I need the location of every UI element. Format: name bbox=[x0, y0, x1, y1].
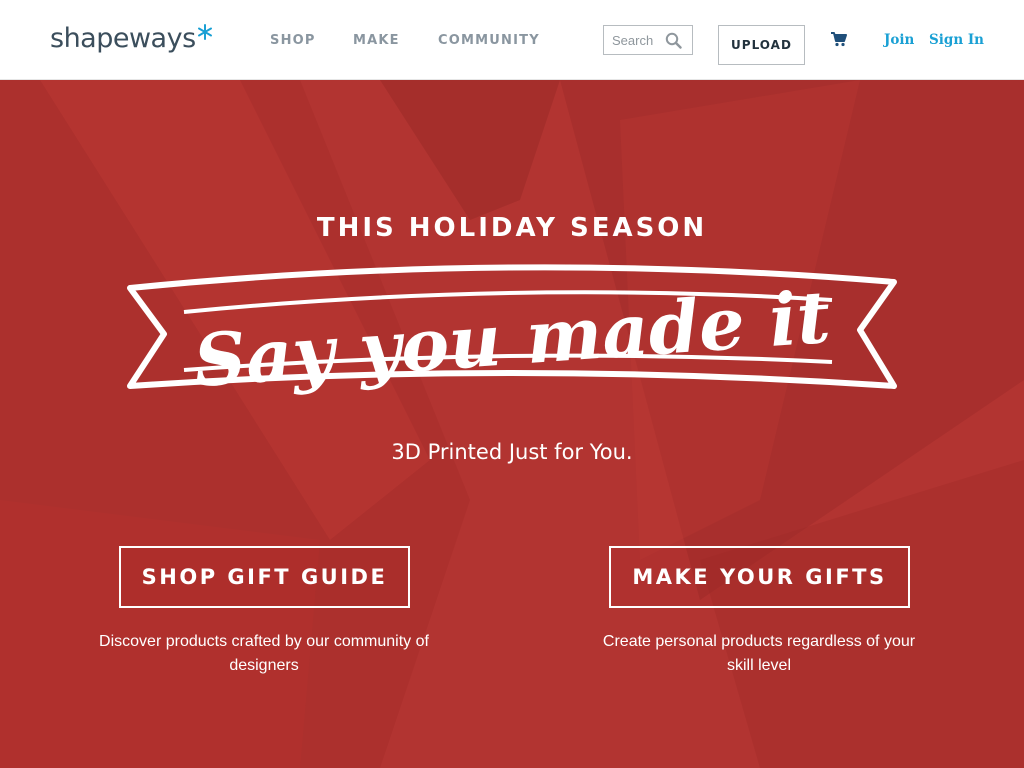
hero-eyebrow: THIS HOLIDAY SEASON bbox=[316, 213, 708, 243]
logo-text: shapeways bbox=[50, 23, 196, 54]
search-box bbox=[603, 25, 693, 55]
make-your-gifts-button[interactable]: MAKE YOUR GIFTS bbox=[609, 546, 910, 608]
sign-in-link[interactable]: Sign In bbox=[929, 32, 984, 48]
banner-ribbon: Say you made it bbox=[127, 264, 897, 403]
hero-tagline: 3D Printed Just for You. bbox=[391, 440, 633, 464]
join-link[interactable]: Join bbox=[884, 32, 914, 48]
hero-banner: THIS HOLIDAY SEASON Say you made it 3D P… bbox=[0, 80, 1024, 768]
shop-gift-guide-button[interactable]: SHOP GIFT GUIDE bbox=[119, 546, 410, 608]
cart-icon[interactable] bbox=[830, 31, 848, 47]
shop-gift-guide-description: Discover products crafted by our communi… bbox=[99, 633, 429, 674]
search-icon[interactable] bbox=[665, 32, 682, 49]
nav-community[interactable]: COMMUNITY bbox=[438, 33, 540, 48]
site-header: shapeways SHOP MAKE COMMUNITY UPLOAD Joi… bbox=[0, 0, 1024, 80]
upload-button[interactable]: UPLOAD bbox=[718, 25, 805, 65]
nav-shop[interactable]: SHOP bbox=[270, 33, 316, 48]
nav-make[interactable]: MAKE bbox=[353, 33, 400, 48]
logo[interactable]: shapeways bbox=[50, 22, 213, 56]
star-icon bbox=[197, 24, 212, 40]
make-your-gifts-description: Create personal products regardless of y… bbox=[602, 633, 916, 674]
